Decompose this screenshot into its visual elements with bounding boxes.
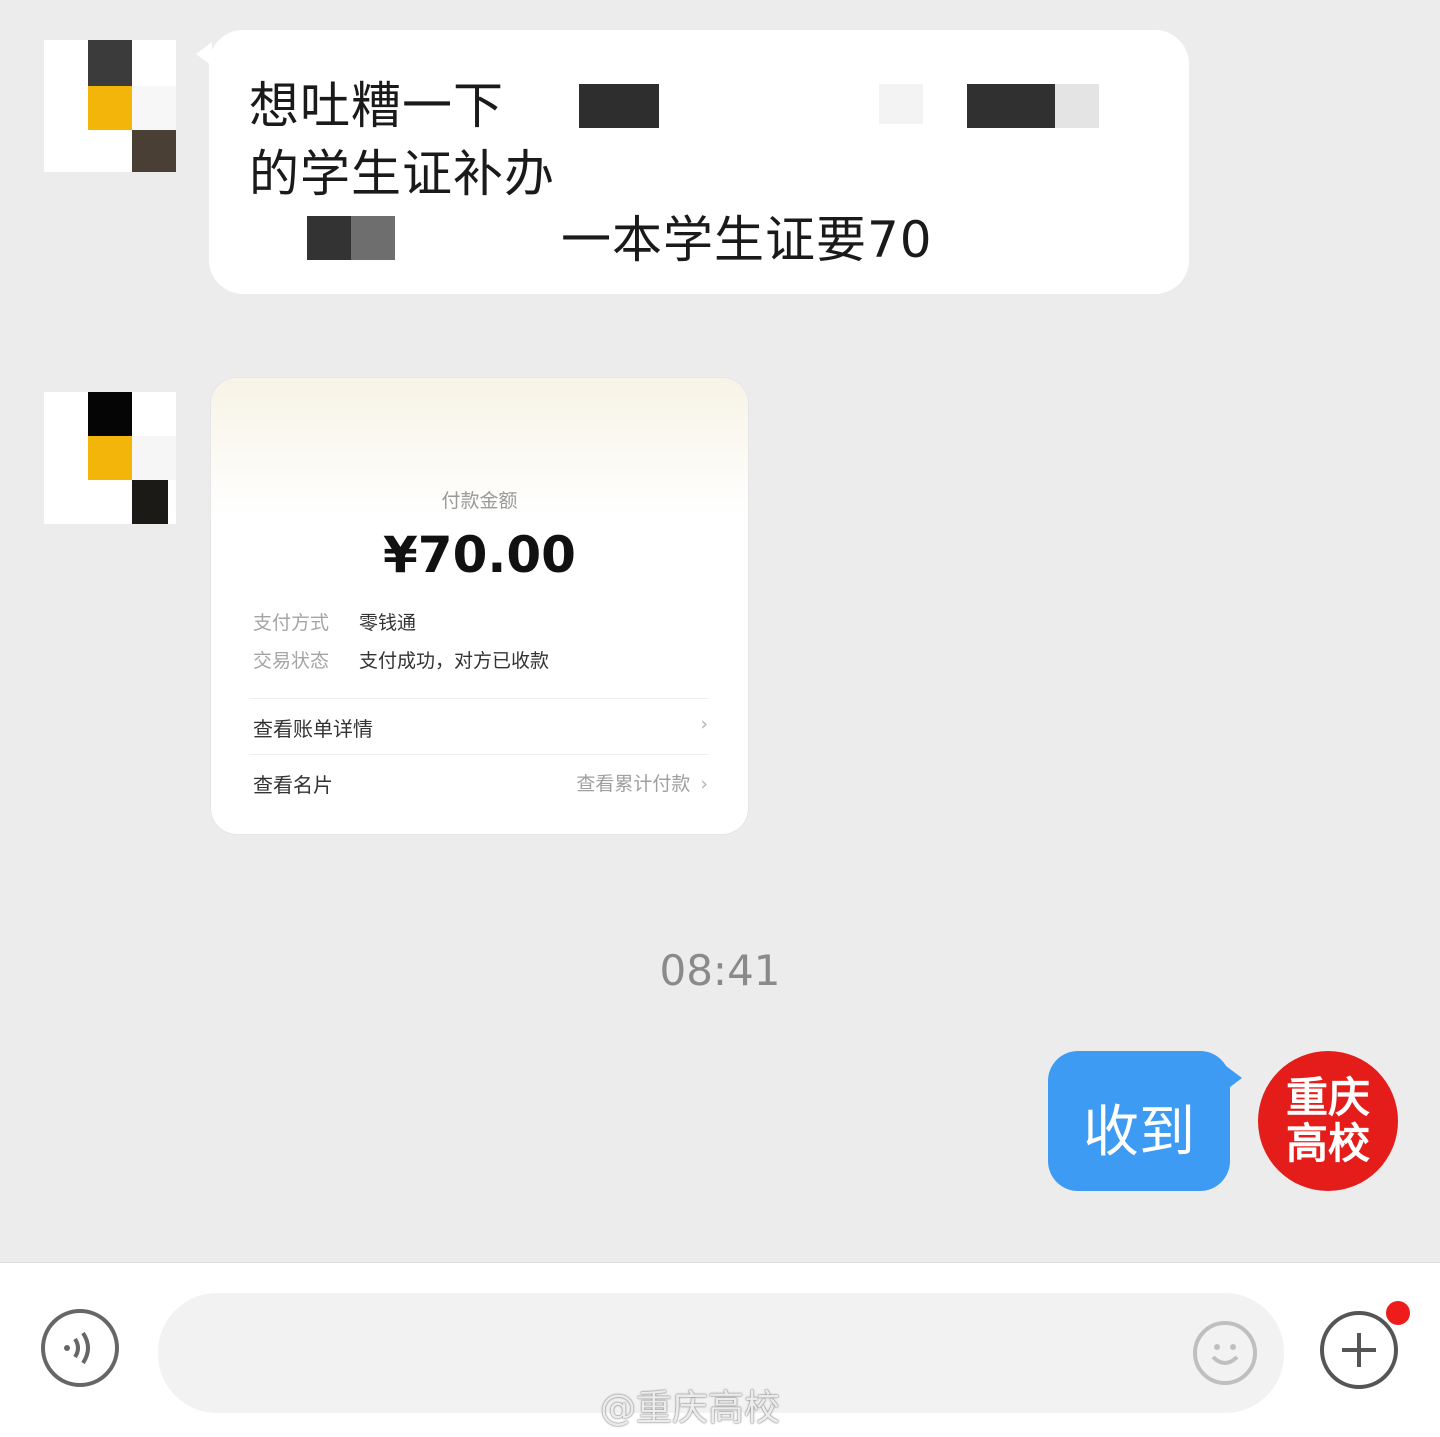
redaction-mosaic (1055, 84, 1099, 128)
view-bill-label: 查看账单详情 (253, 717, 373, 741)
avatar-pixel (88, 392, 132, 436)
divider (249, 698, 709, 699)
smiley-face-icon (1211, 1344, 1239, 1365)
redaction-mosaic (967, 84, 1055, 128)
plus-bar (1357, 1333, 1361, 1367)
avatar-pixel (132, 86, 176, 130)
bubble-tail (1226, 1066, 1242, 1090)
avatar-text-line: 重庆 (1285, 1073, 1370, 1122)
incoming-text-bubble[interactable]: 想吐糟一下 的学生证补办 一本学生证要70 (209, 30, 1189, 294)
avatar-pixel (132, 436, 176, 480)
outgoing-text-bubble[interactable]: 收到 (1048, 1051, 1230, 1191)
chevron-right-icon: › (700, 713, 708, 735)
avatar-text-line: 高校 (1285, 1119, 1370, 1168)
redaction-mosaic (307, 216, 351, 260)
transaction-status-value: 支付成功，对方已收款 (359, 650, 550, 672)
weibo-watermark: @重庆高校 (600, 1388, 781, 1429)
avatar-pixel (88, 40, 132, 86)
avatar-pixel (88, 86, 132, 130)
notification-dot (1386, 1301, 1410, 1325)
redaction-mosaic (879, 84, 923, 124)
divider (249, 754, 709, 755)
view-total-payment-link[interactable]: 查看累计付款 › (576, 769, 708, 796)
payment-method-key: 支付方式 (253, 612, 330, 634)
avatar-pixel (132, 480, 168, 524)
view-card-label: 查看名片 (253, 773, 333, 797)
voice-waves-icon (64, 1331, 90, 1365)
sender-avatar[interactable] (44, 392, 176, 524)
redaction-mosaic (579, 84, 659, 128)
message-line-2: 的学生证补办 (249, 145, 555, 203)
payment-amount: ¥70.00 (383, 526, 576, 584)
view-bill-link[interactable]: 查看账单详情 › (253, 713, 708, 742)
message-line-3: 一本学生证要70 (561, 211, 933, 269)
payment-method-value: 零钱通 (359, 612, 417, 634)
avatar-pixel (88, 436, 132, 480)
message-timestamp: 08:41 (659, 946, 781, 995)
payment-card[interactable]: 付款金额 ¥70.00 支付方式 零钱通 交易状态 支付成功，对方已收款 查看账单详… (211, 378, 748, 834)
plus-icon[interactable] (1320, 1311, 1398, 1389)
transaction-status-row: 交易状态 支付成功，对方已收款 (253, 646, 549, 673)
own-avatar[interactable]: 重庆 高校 (1258, 1051, 1398, 1191)
input-bar: @重庆高校 (0, 1262, 1440, 1437)
payment-amount-label: 付款金额 (441, 490, 518, 512)
payment-method-row: 支付方式 零钱通 (253, 608, 416, 635)
message-line-1: 想吐糟一下 (249, 77, 504, 135)
emoji-icon[interactable] (1193, 1321, 1257, 1385)
sender-avatar[interactable] (44, 40, 176, 172)
voice-icon[interactable] (41, 1309, 119, 1387)
outgoing-message: 收到 (1083, 1100, 1195, 1165)
chat-area: 想吐糟一下 的学生证补办 一本学生证要70 付款金额 ¥70.00 支付方式 零钱… (0, 0, 1440, 1262)
chevron-right-icon: › (700, 773, 708, 795)
avatar-pixel (132, 130, 176, 172)
view-total-payment-label: 查看累计付款 (576, 773, 691, 795)
redaction-mosaic (351, 216, 395, 260)
transaction-status-key: 交易状态 (253, 650, 330, 672)
view-card-link[interactable]: 查看名片 查看累计付款 › (253, 769, 708, 798)
